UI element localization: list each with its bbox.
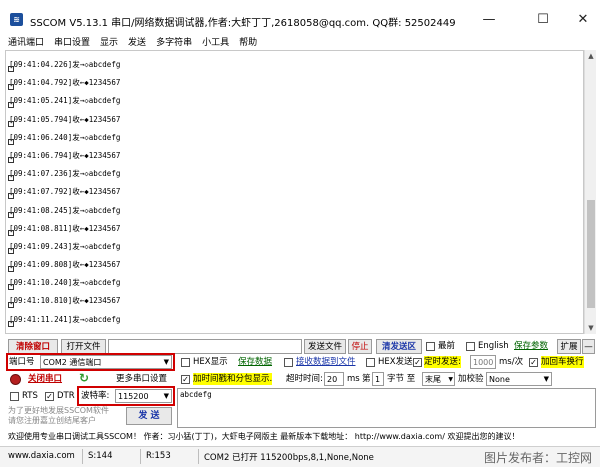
- send-textarea[interactable]: abcdefg: [177, 388, 596, 428]
- log-line: [09:41:09.808]收←◆1234567: [6, 255, 583, 273]
- log-line: [09:41:09.243]发→◇abcdefg: [6, 237, 583, 255]
- send-file-button[interactable]: 发送文件: [304, 339, 346, 354]
- clear-send-button[interactable]: 清发送区: [376, 339, 422, 354]
- menu-help[interactable]: 帮助: [239, 35, 257, 48]
- watermark: 图片发布者：工控网: [483, 451, 592, 465]
- save-data-link[interactable]: 保存数据: [238, 356, 272, 368]
- menu-serial-settings[interactable]: 串口设置: [54, 35, 90, 48]
- timeout-label: 超时时间:: [286, 374, 323, 384]
- hex-send-checkbox[interactable]: [366, 358, 375, 367]
- stop-button[interactable]: 停止: [348, 339, 372, 354]
- end-select[interactable]: 末尾 ▼: [422, 372, 455, 386]
- status-sent-count: S:144: [88, 451, 113, 461]
- open-file-button[interactable]: 打开文件: [61, 339, 106, 354]
- timeout-input[interactable]: 20: [324, 372, 344, 386]
- menu-bar: 通讯端口 串口设置 显示 发送 多字符串 小工具 帮助: [0, 33, 600, 49]
- english-checkbox[interactable]: [466, 342, 475, 351]
- add-newline-label: 加回车换行: [541, 356, 584, 368]
- port-status-icon: [10, 374, 21, 385]
- checksum-select[interactable]: None ▼: [486, 372, 552, 386]
- timeout-unit: ms: [347, 374, 360, 384]
- log-line: [09:41:05.794]收←◆1234567: [6, 110, 583, 128]
- port-highlight-box: [6, 353, 175, 371]
- window-title: SSCOM V5.13.1 串口/网络数据调试器,作者:大虾丁丁,2618058…: [30, 18, 456, 29]
- scroll-thumb[interactable]: [587, 200, 595, 308]
- log-line: [09:41:04.226]发→◇abcdefg: [6, 55, 583, 73]
- interval-input[interactable]: 1000: [470, 355, 496, 369]
- dtr-label: DTR: [57, 391, 75, 401]
- menu-port[interactable]: 通讯端口: [8, 35, 44, 48]
- log-line: [09:41:04.792]收←◆1234567: [6, 73, 583, 91]
- receive-area[interactable]: [09:41:04.226]发→◇abcdefg [09:41:04.792]收…: [5, 50, 584, 334]
- rts-label: RTS: [22, 391, 38, 401]
- menu-tools[interactable]: 小工具: [202, 35, 229, 48]
- clear-window-button[interactable]: 清除窗口: [8, 339, 58, 354]
- log-line: [09:41:07.236]发→◇abcdefg: [6, 164, 583, 182]
- register-tip: 为了更好地发展SSCOM软件 请您注册嘉立创结尾客户: [8, 406, 109, 425]
- expand-button[interactable]: 扩展: [557, 339, 581, 354]
- baud-highlight-box: [77, 386, 175, 406]
- interval-unit: ms/次: [499, 357, 524, 367]
- menu-display[interactable]: 显示: [100, 35, 118, 48]
- chevron-down-icon: ▼: [448, 376, 453, 383]
- more-settings-link[interactable]: 更多串口设置: [116, 373, 167, 385]
- recv-to-file-label[interactable]: 接收数据到文件: [296, 356, 356, 368]
- save-params-link[interactable]: 保存参数: [514, 340, 548, 352]
- log-line: [09:41:07.792]收←◆1234567: [6, 182, 583, 200]
- status-bar: www.daxia.com S:144 R:153 COM2 已打开 11520…: [0, 446, 600, 467]
- timed-send-label: 定时发送:: [424, 356, 461, 368]
- hex-display-checkbox[interactable]: [181, 358, 190, 367]
- file-path-input[interactable]: [108, 339, 302, 354]
- scroll-down-icon[interactable]: ▼: [585, 322, 597, 334]
- byte-label-pre: 第: [362, 374, 371, 384]
- dtr-checkbox[interactable]: [45, 392, 54, 401]
- log-line: [09:41:11.241]发→◇abcdefg: [6, 310, 583, 328]
- menu-multi-string[interactable]: 多字符串: [156, 35, 192, 48]
- add-newline-checkbox[interactable]: [529, 358, 538, 367]
- collapse-button[interactable]: —: [582, 339, 595, 354]
- log-line: [09:41:10.810]收←◆1234567: [6, 291, 583, 309]
- open-port-button[interactable]: 关闭串口: [28, 373, 62, 385]
- log-line: [09:41:08.811]收←◆1234567: [6, 219, 583, 237]
- app-icon: ≋: [10, 13, 23, 26]
- topmost-label: 最前: [438, 341, 456, 351]
- receive-scrollbar[interactable]: ▲ ▼: [584, 50, 596, 334]
- log-line: [09:41:06.240]发→◇abcdefg: [6, 128, 583, 146]
- log-line: [09:41:05.241]发→◇abcdefg: [6, 91, 583, 109]
- close-button[interactable]: ✕: [568, 10, 598, 30]
- send-button[interactable]: 发 送: [126, 407, 172, 425]
- maximize-button[interactable]: ☐: [528, 10, 558, 30]
- title-bar: ≋ SSCOM V5.13.1 串口/网络数据调试器,作者:大虾丁丁,26180…: [0, 0, 600, 36]
- log-line: [09:41:10.240]发→◇abcdefg: [6, 273, 583, 291]
- status-site: www.daxia.com: [8, 451, 75, 461]
- timed-send-checkbox[interactable]: [413, 358, 422, 367]
- rts-checkbox[interactable]: [10, 392, 19, 401]
- minimize-button[interactable]: —: [474, 10, 504, 30]
- menu-send[interactable]: 发送: [128, 35, 146, 48]
- byte-input[interactable]: 1: [372, 372, 384, 386]
- recv-to-file-checkbox[interactable]: [284, 358, 293, 367]
- log-line: [09:41:06.794]收←◆1234567: [6, 146, 583, 164]
- add-timestamp-checkbox[interactable]: [181, 375, 190, 384]
- refresh-icon[interactable]: ↻: [79, 371, 93, 385]
- topmost-checkbox[interactable]: [426, 342, 435, 351]
- status-port-state: COM2 已打开 115200bps,8,1,None,None: [204, 453, 374, 463]
- hex-send-label: HEX发送: [378, 357, 413, 367]
- welcome-banner: 欢迎使用专业串口调试工具SSCOM！ 作者：习小猛(丁丁)，大虾电子网版主 最新…: [8, 432, 520, 441]
- status-recv-count: R:153: [146, 451, 171, 461]
- log-line: [09:41:08.245]发→◇abcdefg: [6, 201, 583, 219]
- hex-display-label: HEX显示: [193, 357, 228, 367]
- english-label: English: [478, 341, 509, 351]
- checksum-label: 加校验: [458, 374, 484, 384]
- scroll-up-icon[interactable]: ▲: [585, 50, 597, 62]
- byte-label-post: 字节 至: [387, 374, 416, 384]
- chevron-down-icon: ▼: [543, 375, 549, 383]
- add-timestamp-label: 加时间戳和分包显示.: [193, 373, 273, 385]
